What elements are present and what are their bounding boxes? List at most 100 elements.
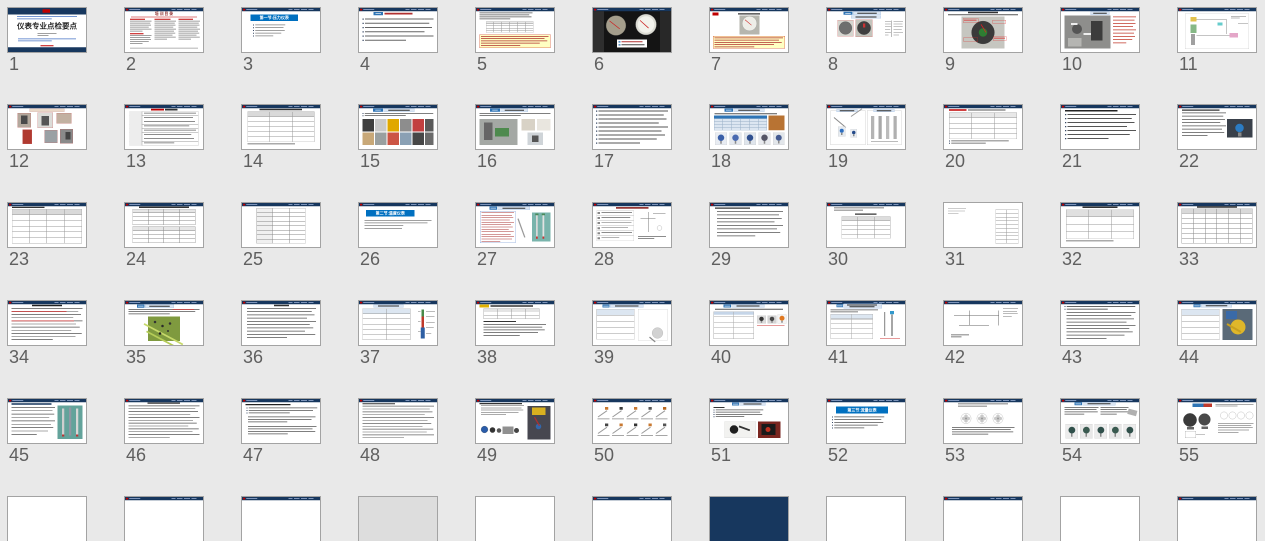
slide-thumbnail[interactable] xyxy=(476,105,554,149)
slide-thumbnail[interactable] xyxy=(944,8,1022,52)
slide-thumbnail[interactable] xyxy=(8,105,86,149)
slide-thumbnail[interactable] xyxy=(710,203,788,247)
slide-thumbnail[interactable]: 仪表专业点检要点 xyxy=(8,8,86,52)
slide-thumbnail[interactable] xyxy=(710,301,788,345)
slide-thumbnail[interactable] xyxy=(593,105,671,149)
slide-thumbnail[interactable] xyxy=(125,301,203,345)
slide-thumbnail[interactable] xyxy=(476,8,554,52)
slide-thumbnail[interactable] xyxy=(710,105,788,149)
slide-thumbnail[interactable] xyxy=(593,301,671,345)
slide-thumbnail[interactable] xyxy=(125,399,203,443)
slide-thumbnail[interactable] xyxy=(827,301,905,345)
slide-thumbnail[interactable] xyxy=(1061,497,1139,541)
slide-thumbnail[interactable] xyxy=(1061,301,1139,345)
art-rect xyxy=(596,127,597,128)
art-rect xyxy=(1065,106,1076,107)
art-line xyxy=(641,410,651,417)
art-rect xyxy=(42,116,50,126)
art-rect xyxy=(43,9,51,13)
slide-thumbnail[interactable]: 第二节:温度仪表 xyxy=(359,203,437,247)
art-rect xyxy=(1218,425,1251,426)
art-rect xyxy=(769,302,775,303)
art-rect xyxy=(634,407,637,410)
slide-thumbnail[interactable] xyxy=(593,8,671,52)
slide-thumbnail[interactable] xyxy=(8,399,86,443)
slide-thumbnail[interactable] xyxy=(242,399,320,443)
slide-thumbnail[interactable] xyxy=(1061,203,1139,247)
slide-thumbnail[interactable] xyxy=(125,497,203,541)
slide-thumbnail[interactable] xyxy=(476,203,554,247)
art-circle xyxy=(839,22,852,35)
art-rect xyxy=(129,204,140,205)
slide-number: 32 xyxy=(1062,249,1082,269)
slide-thumbnail[interactable] xyxy=(827,203,905,247)
slide-thumbnail[interactable] xyxy=(476,399,554,443)
art-rect xyxy=(711,204,713,206)
slide-thumbnail[interactable] xyxy=(8,203,86,247)
slide-thumbnail[interactable] xyxy=(1061,105,1139,149)
art-rect xyxy=(968,110,1006,111)
slide-thumbnail[interactable]: 第三节:流量仪表 xyxy=(827,399,905,443)
slide-thumbnail[interactable] xyxy=(593,399,671,443)
slide-thumbnail[interactable] xyxy=(827,105,905,149)
slide-thumbnail[interactable]: 第一节:压力仪表 xyxy=(242,8,320,52)
art-rect xyxy=(309,302,314,303)
slide-thumbnail[interactable] xyxy=(1061,8,1139,52)
art-rect xyxy=(834,210,863,211)
slide-thumbnail[interactable] xyxy=(359,8,437,52)
slide-thumbnail[interactable] xyxy=(1061,399,1139,443)
slide-thumbnail[interactable] xyxy=(359,301,437,345)
slide-thumbnail[interactable] xyxy=(593,497,671,541)
art-rect xyxy=(247,311,312,312)
slide-thumbnail[interactable] xyxy=(827,497,905,541)
art-rect xyxy=(649,424,652,427)
slide-thumbnail[interactable] xyxy=(125,105,203,149)
art-rect xyxy=(885,27,891,28)
art-rect xyxy=(714,106,725,107)
slide-thumbnail[interactable] xyxy=(8,497,86,541)
art-rect xyxy=(484,332,538,333)
slide-thumbnail[interactable] xyxy=(476,301,554,345)
slide-thumbnail[interactable] xyxy=(8,301,86,345)
slide-thumbnail[interactable] xyxy=(125,203,203,247)
slide-thumbnail[interactable] xyxy=(593,203,671,247)
art-circle xyxy=(1183,413,1197,427)
slide-thumbnail[interactable] xyxy=(1178,497,1256,541)
art-rect xyxy=(948,302,959,303)
art-rect xyxy=(885,24,891,25)
art-rect xyxy=(130,39,151,40)
art-rect xyxy=(12,339,53,340)
slide-thumbnail[interactable] xyxy=(1178,399,1256,443)
slide-thumbnail[interactable] xyxy=(1178,105,1256,149)
slide-thumbnail[interactable] xyxy=(710,399,788,443)
art-rect xyxy=(138,306,144,307)
slide-thumbnail[interactable] xyxy=(1178,301,1256,345)
slide-thumbnail[interactable] xyxy=(359,399,437,443)
art-rect xyxy=(711,106,713,108)
slide-thumbnail[interactable] xyxy=(242,203,320,247)
slide-thumbnail[interactable] xyxy=(944,497,1022,541)
slide-thumbnail[interactable] xyxy=(476,497,554,541)
slide-thumbnail[interactable] xyxy=(242,105,320,149)
slide-thumbnail[interactable] xyxy=(359,105,437,149)
slide-thumbnail[interactable] xyxy=(944,301,1022,345)
slide-thumbnail[interactable] xyxy=(1178,8,1256,52)
slide-thumbnail[interactable] xyxy=(944,203,1022,247)
slide-cell: 46 xyxy=(125,399,203,443)
slide-thumbnail[interactable] xyxy=(359,497,437,541)
art-rect xyxy=(165,109,178,111)
art-rect xyxy=(1065,138,1066,139)
slide-thumbnail[interactable]: 培 训 目 录 xyxy=(125,8,203,52)
slide-thumbnail[interactable] xyxy=(710,8,788,52)
slide-thumbnail[interactable] xyxy=(710,497,788,541)
slide-thumbnail[interactable] xyxy=(1178,203,1256,247)
art-rect xyxy=(1218,423,1254,424)
art-rect xyxy=(12,302,23,303)
slide-thumbnail[interactable] xyxy=(827,8,905,52)
slide-thumbnail[interactable] xyxy=(242,497,320,541)
art-rect xyxy=(480,9,491,10)
slide-thumbnail[interactable] xyxy=(944,399,1022,443)
slide-thumbnail[interactable] xyxy=(944,105,1022,149)
slide-thumbnail[interactable] xyxy=(242,301,320,345)
art-rect xyxy=(894,302,899,303)
